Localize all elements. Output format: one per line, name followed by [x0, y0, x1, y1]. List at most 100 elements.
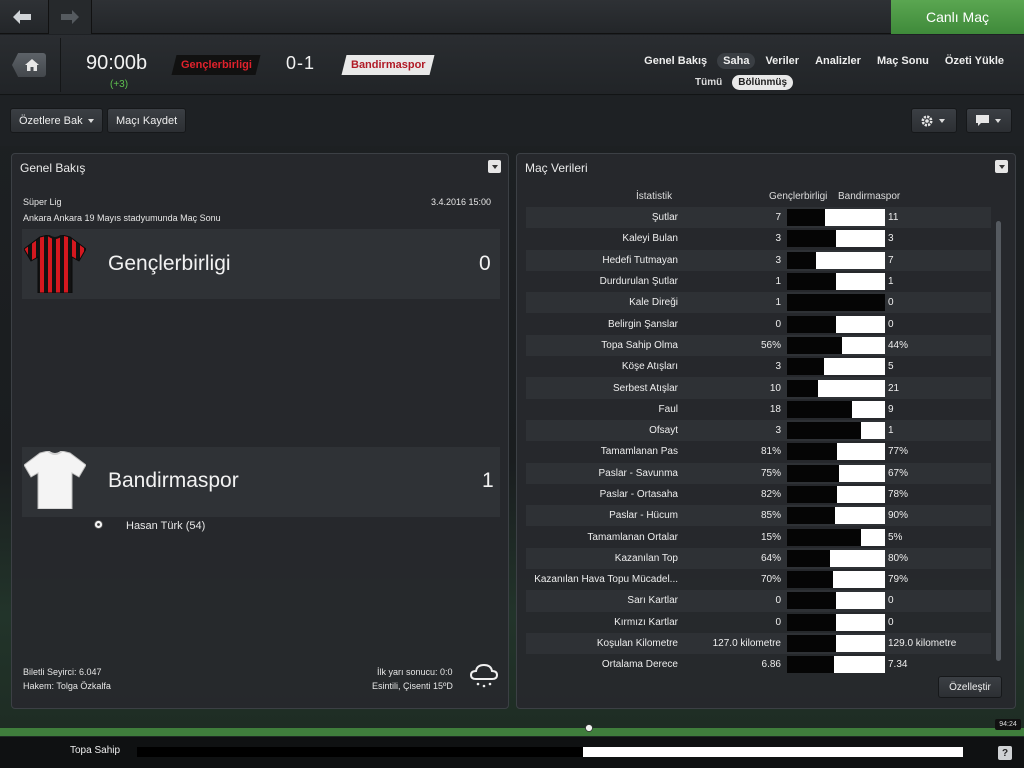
scrollbar-thumb[interactable] [996, 221, 1001, 661]
stat-row: Paslar - Ortasaha 82% 78% [526, 484, 991, 505]
stat-comparison-bar [787, 336, 885, 354]
forward-button[interactable] [48, 0, 92, 34]
view-highlights-label: Özetlere Bak [19, 114, 83, 127]
gear-icon [921, 115, 933, 126]
arrow-left-icon [13, 10, 31, 24]
stat-label: Kırmızı Kartlar [614, 616, 678, 628]
overview-panel-title: Genel Bakış [20, 161, 86, 175]
tab-overview[interactable]: Genel Bakış [638, 53, 713, 69]
stat-row: Şutlar 7 11 [526, 207, 991, 229]
stat-label: Durdurulan Şutlar [599, 276, 678, 288]
stat-comparison-bar [787, 613, 885, 631]
stat-home-fill [787, 251, 817, 269]
save-match-button[interactable]: Maçı Kaydet [107, 108, 187, 133]
stat-comparison-bar [787, 209, 885, 227]
goal-scorer[interactable]: Hasan Türk (54) [126, 520, 205, 532]
stat-row: Paslar - Savunma 75% 67% [526, 462, 991, 484]
chevron-down-icon [998, 164, 1005, 169]
timeline-time: 94:24 [995, 719, 1021, 730]
stat-label: Ortalama Derece [601, 659, 678, 671]
stat-label: Faul [658, 403, 678, 415]
chat-dropdown[interactable] [966, 108, 1012, 133]
customize-button[interactable]: Özelleştir [938, 676, 1002, 698]
match-timeline[interactable] [0, 728, 1024, 736]
stat-label: Hedefi Tutmayan [602, 254, 678, 266]
view-subtabs: Tümü Bölünmüş [689, 75, 794, 90]
stat-home-fill [787, 464, 839, 482]
stat-row: Tamamlanan Ortalar 15% 5% [526, 526, 991, 547]
chevron-down-icon [995, 118, 1001, 123]
stats-scrollbar[interactable] [995, 211, 1002, 671]
stat-label: Tamamlanan Pas [600, 446, 678, 458]
added-time: (+3) [110, 79, 129, 90]
stat-row: Kazanılan Hava Topu Mücadel... 70% 79% [526, 569, 991, 590]
home-goals: 0 [479, 252, 491, 275]
stat-home-fill [787, 400, 853, 418]
stat-home-value: 64% [760, 552, 781, 564]
tab-analysis[interactable]: Analizler [809, 53, 867, 69]
stat-comparison-bar [787, 294, 885, 312]
stat-comparison-bar [787, 549, 885, 567]
stat-home-fill [787, 315, 836, 333]
stat-label: Ofsayt [649, 425, 678, 437]
stat-away-value: 0 [888, 297, 894, 309]
away-team-name[interactable]: Bandirmaspor [108, 469, 239, 493]
goal-marker-icon [585, 724, 593, 732]
tab-pitch[interactable]: Saha [717, 53, 756, 69]
stat-home-value: 3 [775, 361, 781, 373]
help-button[interactable]: ? [998, 746, 1012, 760]
stat-away-value: 129.0 kilometre [888, 638, 957, 650]
chevron-down-icon [491, 164, 498, 169]
save-match-label: Maçı Kaydet [116, 114, 178, 127]
stat-away-value: 5 [888, 361, 894, 373]
stat-label: Paslar - Hücum [609, 510, 678, 522]
stat-away-value: 7.34 [888, 659, 908, 671]
tab-upload-highlights[interactable]: Özeti Yükle [939, 53, 1010, 69]
away-jersey-icon [24, 451, 86, 509]
stat-home-fill [787, 507, 836, 525]
stat-home-value: 15% [760, 531, 781, 543]
stat-row: Koşulan Kilometre 127.0 kilometre 129.0 ki… [526, 632, 991, 655]
stat-comparison-bar [787, 528, 885, 546]
home-jersey-icon [24, 235, 86, 293]
tab-stats[interactable]: Veriler [759, 53, 805, 69]
stat-home-fill [787, 528, 861, 546]
stat-away-value: 21 [888, 382, 900, 394]
away-team-badge[interactable]: Bandirmaspor [341, 55, 435, 75]
stat-home-value: 1 [775, 297, 781, 309]
home-button[interactable] [12, 53, 46, 77]
scoreline: 0-1 [286, 53, 316, 73]
home-team-badge[interactable]: Gençlerbirligi [171, 55, 261, 75]
tab-match-end[interactable]: Maç Sonu [871, 53, 935, 69]
stats-collapse-button[interactable] [995, 160, 1008, 173]
home-team-name[interactable]: Gençlerbirligi [108, 252, 231, 276]
stat-away-value: 0 [888, 595, 894, 607]
stat-row: Paslar - Hücum 85% 90% [526, 505, 991, 527]
overview-collapse-button[interactable] [488, 160, 501, 173]
stat-label: Köşe Atışları [621, 361, 678, 373]
stat-home-value: 70% [760, 574, 781, 586]
stat-home-fill [787, 379, 819, 397]
stat-label: Kazanılan Hava Topu Mücadel... [534, 574, 678, 586]
stat-home-fill [787, 230, 836, 248]
stat-home-value: 3 [775, 233, 781, 245]
stat-row: Serbest Atışlar 10 21 [526, 377, 991, 399]
subtab-split[interactable]: Bölünmüş [732, 75, 794, 90]
weather-text: Esintili, Çisenti 15ºD [372, 681, 453, 691]
stat-comparison-bar [787, 251, 885, 269]
back-button[interactable] [0, 0, 44, 34]
stat-comparison-bar [787, 400, 885, 418]
settings-dropdown[interactable] [911, 108, 957, 133]
stat-comparison-bar [787, 507, 885, 525]
stat-home-value: 6.86 [761, 659, 781, 671]
stat-home-fill [787, 592, 836, 610]
view-highlights-dropdown[interactable]: Özetlere Bak [10, 108, 103, 133]
subtab-all[interactable]: Tümü [689, 75, 728, 90]
stat-comparison-bar [787, 635, 885, 653]
stat-row: Sarı Kartlar 0 0 [526, 590, 991, 612]
live-match-button[interactable]: Canlı Maç [891, 0, 1024, 34]
match-clock: 90:00b [86, 52, 148, 74]
stat-comparison-bar [787, 464, 885, 482]
stat-label: Belirgin Şanslar [607, 318, 678, 330]
stat-away-value: 90% [888, 510, 909, 522]
